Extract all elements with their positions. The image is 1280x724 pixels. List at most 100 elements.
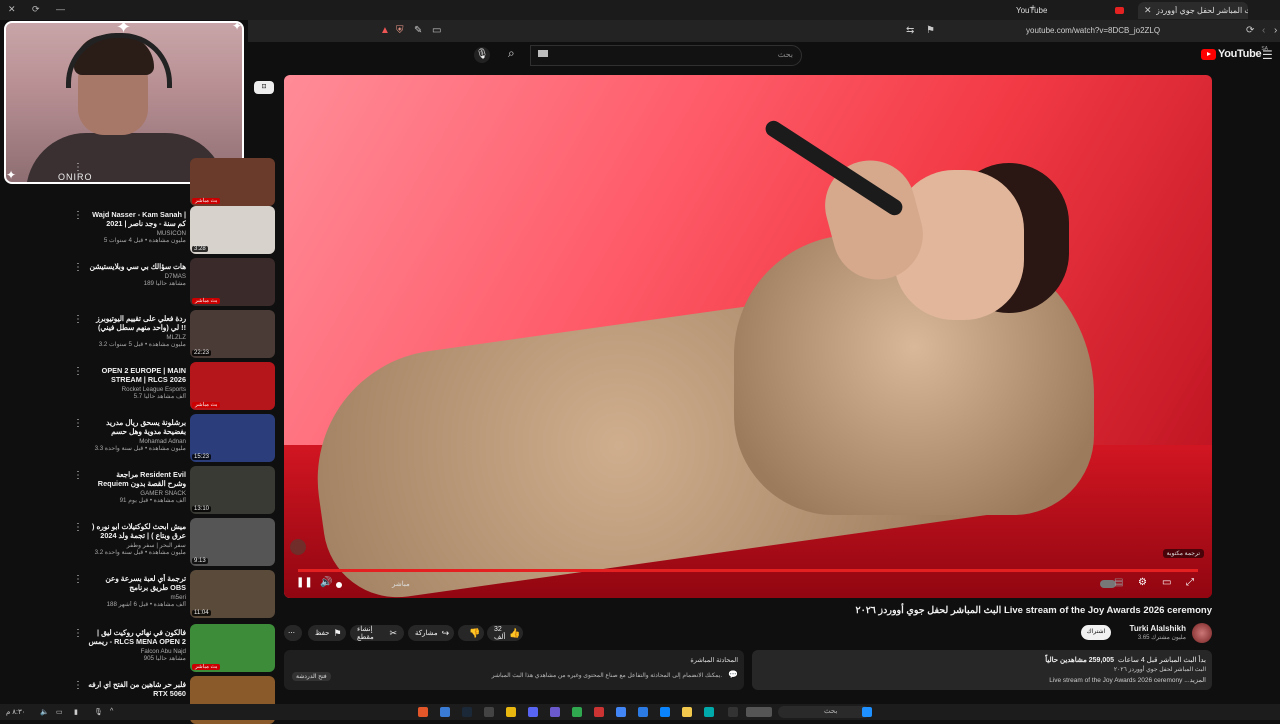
volume-icon[interactable]: 🔊: [320, 577, 332, 588]
app-icon[interactable]: [506, 707, 516, 717]
url-text[interactable]: youtube.com/watch?v=8DCB_jo2ZLQ: [1026, 26, 1160, 35]
theater-mode-icon[interactable]: ▭: [1162, 577, 1171, 588]
settings-gear-icon[interactable]: ⚙: [1138, 577, 1147, 588]
recommendation-title[interactable]: OPEN 2 EUROPE | MAIN STREAM | RLCS 2026: [88, 366, 186, 384]
more-options-icon[interactable]: ⋮: [73, 262, 83, 273]
keyboard-icon[interactable]: [538, 50, 548, 57]
subscribe-button[interactable]: اشتراك: [1081, 625, 1111, 640]
more-actions-button[interactable]: ⋯: [284, 625, 302, 641]
brave-icon[interactable]: [418, 707, 428, 717]
more-options-icon[interactable]: ⋮: [73, 628, 83, 639]
recommendation-title[interactable]: هات سؤالك بي سي وبلايستيشن: [88, 262, 186, 271]
app-icon[interactable]: [484, 707, 494, 717]
bookmark-icon[interactable]: ⚑: [926, 25, 935, 36]
recommendation-title[interactable]: ترجمة أي لعبة بسرعة وعن طريق برنامج OBS: [88, 574, 186, 592]
recommendation-channel[interactable]: سفر البحر | سفر وطفر: [88, 542, 186, 549]
forward-icon[interactable]: ‹: [1262, 25, 1265, 36]
search-input[interactable]: بحث: [530, 45, 802, 66]
subtitles-icon[interactable]: ▤: [1114, 577, 1123, 588]
save-button[interactable]: حفظ ⚑: [308, 625, 346, 641]
open-chat-button[interactable]: فتح الدردشة: [292, 672, 331, 681]
mic-tray-icon[interactable]: 🎙: [94, 708, 103, 716]
network-icon[interactable]: ▭: [56, 708, 63, 716]
reload-icon[interactable]: ⟳: [1246, 25, 1254, 36]
taskbar-search[interactable]: بحث: [778, 706, 870, 718]
steam-icon[interactable]: [462, 707, 472, 717]
youtube-logo[interactable]: YouTube SA: [1201, 46, 1268, 60]
fullscreen-icon[interactable]: ⤢: [1186, 577, 1194, 588]
more-options-icon[interactable]: ⋮: [73, 418, 83, 429]
description-box[interactable]: بدأ البث المباشر قبل 4 ساعات 259,005 مشا…: [752, 650, 1212, 690]
recommendation-thumbnail[interactable]: 15:23: [190, 414, 275, 462]
share-icon[interactable]: ⇆: [906, 25, 914, 36]
discord-icon[interactable]: [528, 707, 538, 717]
recommendation-channel[interactable]: Falcon Abu Najd: [88, 648, 186, 655]
app-icon[interactable]: [440, 707, 450, 717]
recommendation-title[interactable]: ردة فعلي على تقييم اليوتيوبرز لي (واحد م…: [88, 314, 186, 332]
share-button[interactable]: مشاركة ↪: [408, 625, 454, 641]
close-tab-icon[interactable]: ✕: [1144, 5, 1152, 16]
dislike-button[interactable]: 👎: [458, 625, 484, 641]
hamburger-menu-icon[interactable]: ☰: [1262, 48, 1273, 62]
voice-search-mic-icon[interactable]: 🎙: [474, 47, 490, 63]
recommendation-channel[interactable]: m5eri: [88, 594, 186, 601]
speaker-icon[interactable]: 🔈: [40, 708, 49, 716]
recommendation-channel[interactable]: Mohamad Adnan: [88, 438, 186, 445]
like-button[interactable]: 32 ألف 👍: [487, 625, 523, 641]
recommendation-channel[interactable]: D7MAS: [88, 273, 186, 280]
folder-icon[interactable]: [682, 707, 692, 717]
more-options-icon[interactable]: ⋮: [73, 314, 83, 325]
refresh-window-icon[interactable]: ⟳: [32, 4, 40, 15]
channel-watermark-icon[interactable]: [290, 539, 306, 555]
recommendation-channel[interactable]: Rocket League Esports: [88, 386, 186, 393]
more-options-icon[interactable]: ⋮: [73, 366, 83, 377]
app-icon[interactable]: [704, 707, 714, 717]
recommendation-title[interactable]: فالكون في نهائي روكيت ليق | ريمس - RLCS …: [88, 628, 186, 646]
chevron-up-icon[interactable]: ^: [110, 708, 113, 715]
recommendation-thumbnail[interactable]: بث مباشر: [190, 624, 275, 672]
recommendation-channel[interactable]: MLZLZ: [88, 334, 186, 341]
description-snippet[interactable]: Live stream of the Joy Awards 2026 cerem…: [1049, 676, 1206, 684]
store-icon[interactable]: [638, 707, 648, 717]
chrome-icon[interactable]: [616, 707, 626, 717]
edge-icon[interactable]: [660, 707, 670, 717]
recommendation-thumbnail[interactable]: بث مباشر: [190, 158, 275, 206]
clip-button[interactable]: إنشاء مقطع ✂: [350, 625, 404, 641]
more-options-icon[interactable]: ⋮: [73, 210, 83, 221]
more-options-icon[interactable]: ⋮: [73, 574, 83, 585]
more-options-icon[interactable]: ⋮: [73, 522, 83, 533]
channel-avatar[interactable]: [1192, 623, 1212, 643]
minimize-window-icon[interactable]: —: [56, 4, 65, 14]
back-icon[interactable]: ›: [1274, 25, 1277, 36]
recommendation-title[interactable]: Wajd Nasser - Kam Sanah | كم سنة - وجد ن…: [88, 210, 186, 228]
search-icon[interactable]: ⌕: [508, 46, 515, 61]
more-options-icon[interactable]: ⋮: [73, 680, 83, 691]
screen-icon[interactable]: ▭: [432, 25, 441, 36]
battery-icon[interactable]: ▮: [74, 708, 78, 716]
recommendation-thumbnail[interactable]: 9:13: [190, 518, 275, 566]
recommendation-title[interactable]: ميش ابحث لكوكتيلات ابو نوره ( عرق وبتاع …: [88, 522, 186, 540]
recommendation-thumbnail[interactable]: 13:10: [190, 466, 275, 514]
channel-name[interactable]: Turki Alalshikh: [1130, 624, 1186, 633]
close-window-icon[interactable]: ✕: [8, 4, 16, 15]
recommendation-thumbnail[interactable]: بث مباشر: [190, 258, 275, 306]
terminal-icon[interactable]: [728, 707, 738, 717]
obs-icon[interactable]: [594, 707, 604, 717]
wallpaper-widget-icon[interactable]: [746, 707, 772, 717]
app-icon[interactable]: [572, 707, 582, 717]
edit-icon[interactable]: ✎: [414, 25, 422, 36]
recommendation-thumbnail[interactable]: بث مباشر: [190, 362, 275, 410]
sidebar-toggle-button[interactable]: ⊡: [254, 81, 274, 94]
recommendation-channel[interactable]: MUSICON: [88, 230, 186, 237]
video-player[interactable]: ترجمة مكتوبة ❚❚ 🔊 مباشر ▤ ⚙ ▭ ⤢: [284, 75, 1212, 598]
recommendation-thumbnail[interactable]: 22:23: [190, 310, 275, 358]
recommendation-thumbnail[interactable]: 11:04: [190, 570, 275, 618]
recommendation-thumbnail[interactable]: 3:28: [190, 206, 275, 254]
recommendation-title[interactable]: مراجعة Resident Evil Requiem وشرح القصة …: [88, 470, 186, 488]
recommendation-channel[interactable]: GAMER SNACK: [88, 490, 186, 497]
more-options-icon[interactable]: ⋮: [73, 470, 83, 481]
app-icon[interactable]: [550, 707, 560, 717]
volume-slider[interactable]: [336, 582, 342, 588]
pause-icon[interactable]: ❚❚: [296, 577, 313, 588]
recommendation-title[interactable]: فلبر حر شاهين من الفتح اي ارفه RTX 5060: [88, 680, 186, 698]
